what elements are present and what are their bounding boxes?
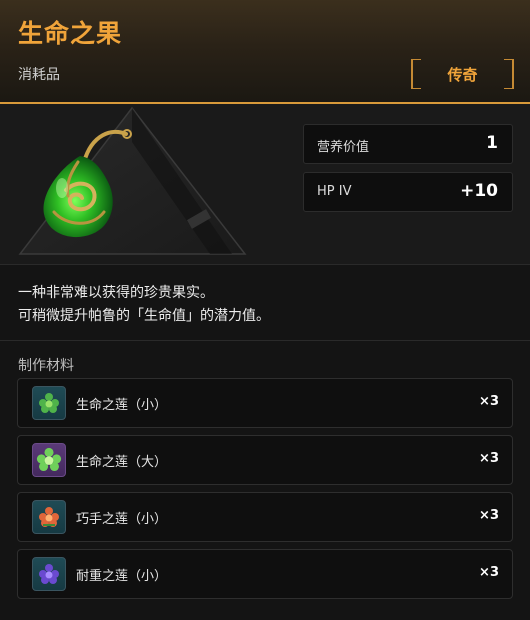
material-name: 生命之莲（小）: [76, 398, 168, 413]
material-row[interactable]: 巧手之莲（小） ×3: [17, 492, 513, 542]
material-name: 耐重之莲（小）: [76, 569, 168, 584]
fruit-of-life-icon: [0, 104, 300, 264]
green-lotus-icon: [32, 386, 66, 420]
stat-value: +10: [460, 181, 498, 201]
material-name: 巧手之莲（小）: [76, 512, 168, 527]
rarity-badge: 传奇: [411, 59, 514, 89]
section-title: 制作材料: [18, 358, 74, 374]
material-quantity: ×3: [479, 508, 499, 523]
material-quantity: ×3: [479, 394, 499, 409]
description-line: 可稍微提升帕鲁的「生命值」的潜力值。: [18, 308, 270, 324]
item-header: 生命之果 消耗品 传奇: [0, 0, 530, 104]
material-row[interactable]: 生命之莲（大） ×3: [17, 435, 513, 485]
crafting-materials: 制作材料 生命之莲（小） ×3 生命之莲（大） ×3 巧手之莲（小） ×3 耐重…: [0, 341, 530, 599]
material-row[interactable]: 生命之莲（小） ×3: [17, 378, 513, 428]
stat-value: 1: [486, 133, 498, 153]
item-detail-card: 生命之果 消耗品 传奇 营养价值 1 HP IV +10 一种非常难以获得的珍贵…: [0, 0, 530, 620]
material-row[interactable]: 耐重之莲（小） ×3: [17, 549, 513, 599]
description-line: 一种非常难以获得的珍贵果实。: [18, 285, 214, 301]
stat-label: 营养价值: [317, 140, 370, 155]
item-title: 生命之果: [18, 19, 123, 48]
purple-lotus-icon: [32, 557, 66, 591]
orange-lotus-icon: [32, 500, 66, 534]
item-category: 消耗品: [18, 67, 60, 83]
green-lotus-large-icon: [32, 443, 66, 477]
material-quantity: ×3: [479, 451, 499, 466]
stat-label: HP IV: [317, 184, 352, 199]
material-name: 生命之莲（大）: [76, 455, 168, 470]
item-description: 一种非常难以获得的珍贵果实。 可稍微提升帕鲁的「生命值」的潜力值。: [0, 265, 530, 341]
stat-hp-iv: HP IV +10: [303, 172, 513, 212]
material-quantity: ×3: [479, 565, 499, 580]
stat-nutrition: 营养价值 1: [303, 124, 513, 164]
item-showcase: 营养价值 1 HP IV +10: [0, 104, 530, 265]
